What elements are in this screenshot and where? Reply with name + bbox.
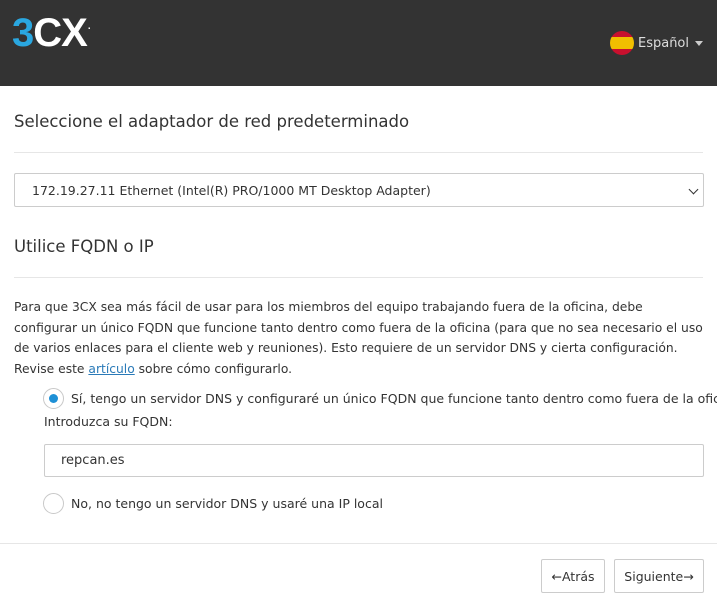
fqdn-description: Para que 3CX sea más fácil de usar para …: [14, 297, 704, 379]
radio-button-unselected[interactable]: [43, 492, 64, 514]
radio-label-local-ip: No, no tengo un servidor DNS y usaré una…: [71, 495, 383, 511]
description-text-end: sobre cómo configurarlo.: [134, 361, 293, 376]
fqdn-section-title: Utilice FQDN o IP: [14, 237, 154, 256]
fqdn-input[interactable]: repcan.es: [44, 444, 704, 477]
divider: [14, 152, 703, 153]
radio-option-local-ip[interactable]: No, no tengo un servidor DNS y usaré una…: [43, 492, 383, 514]
divider: [14, 277, 703, 278]
spain-flag-icon: [609, 31, 634, 55]
language-label: Español: [637, 35, 689, 51]
language-selector[interactable]: Español: [609, 31, 703, 55]
next-button[interactable]: Siguiente→: [614, 559, 704, 593]
selected-adapter-text: 172.19.27.11 Ethernet (Intel(R) PRO/1000…: [32, 182, 431, 198]
footer-divider: [0, 543, 717, 544]
radio-option-dns-fqdn[interactable]: Sí, tengo un servidor DNS y configuraré …: [43, 387, 717, 409]
adapter-section-title: Seleccione el adaptador de red predeterm…: [14, 112, 410, 131]
chevron-down-icon: [688, 184, 699, 195]
fqdn-input-value: repcan.es: [61, 453, 125, 468]
radio-button-selected[interactable]: [43, 387, 64, 409]
3cx-logo: 3 CX.: [12, 11, 91, 55]
radio-label-dns-fqdn: Sí, tengo un servidor DNS y configuraré …: [71, 390, 717, 406]
article-link[interactable]: artículo: [88, 362, 134, 376]
back-button[interactable]: ←Atrás: [541, 559, 605, 593]
fqdn-field-label: Introduzca su FQDN:: [44, 414, 173, 429]
network-adapter-select[interactable]: 172.19.27.11 Ethernet (Intel(R) PRO/1000…: [14, 173, 704, 207]
top-bar: 3 CX. Español: [0, 0, 717, 86]
caret-down-icon: [695, 40, 703, 46]
